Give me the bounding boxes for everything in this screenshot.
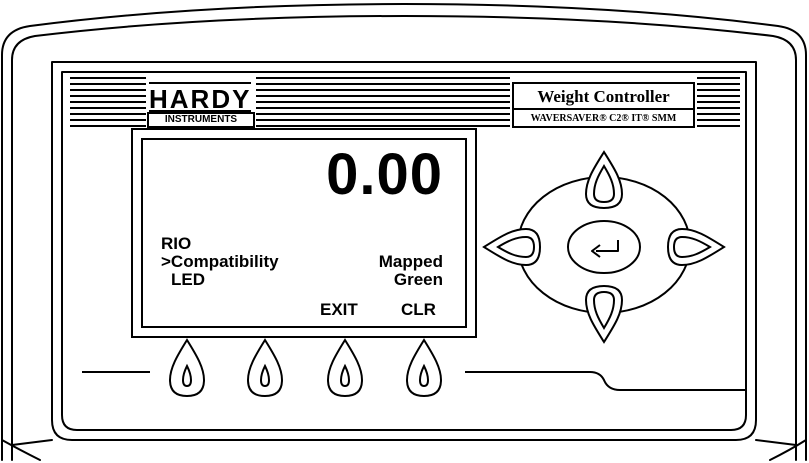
brand-subtitle: INSTRUMENTS [147, 112, 255, 128]
left-arrow-key[interactable] [482, 227, 542, 267]
soft-key-4[interactable] [405, 338, 443, 398]
soft-key-3[interactable] [326, 338, 364, 398]
compatibility-value: Mapped [378, 252, 443, 271]
right-arrow-key[interactable] [666, 227, 726, 267]
menu-child-label: LED [171, 270, 205, 289]
product-badge: Weight Controller WAVERSAVER® C2® IT® SM… [512, 82, 695, 128]
lcd-display: 0.00 RIO >Compatibility LED Mapped Green… [131, 128, 477, 338]
menu-parent-label: RIO [161, 234, 192, 253]
product-models: WAVERSAVER® C2® IT® SMM [514, 108, 693, 128]
product-title: Weight Controller [537, 87, 670, 106]
brand-name: HARDY [149, 82, 252, 114]
lcd-inner-frame: 0.00 RIO >Compatibility LED Mapped Green… [141, 138, 467, 328]
soft-key-2[interactable] [246, 338, 284, 398]
weight-readout: 0.00 [326, 142, 443, 207]
softkey-exit-label: EXIT [320, 300, 358, 319]
soft-key-1[interactable] [168, 338, 206, 398]
up-arrow-key[interactable] [584, 150, 624, 210]
down-arrow-key[interactable] [584, 284, 624, 344]
led-value: Green [393, 270, 443, 289]
hardy-logo: HARDY INSTRUMENTS [147, 82, 255, 128]
menu-selected-item: >Compatibility [161, 252, 279, 271]
softkey-clr-label: CLR [401, 300, 436, 319]
enter-key[interactable] [568, 221, 640, 273]
